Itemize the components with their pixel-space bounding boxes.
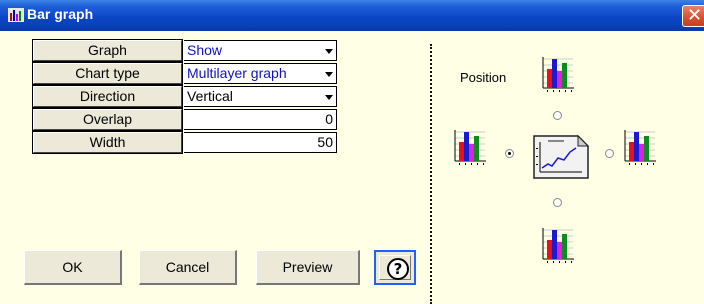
width-input[interactable]: 50: [184, 132, 337, 153]
position-right-radio[interactable]: [605, 149, 614, 158]
bar-chart-icon-left: [454, 130, 486, 165]
property-label: Width: [32, 131, 183, 154]
chart-type-dropdown[interactable]: Multilayer graph: [184, 63, 337, 84]
chevron-down-icon[interactable]: [325, 49, 333, 54]
cancel-button[interactable]: Cancel: [139, 250, 237, 285]
graph-dropdown[interactable]: Show: [184, 40, 337, 61]
property-row-chart-type: Chart type Multilayer graph: [32, 62, 337, 85]
divider: [430, 44, 432, 304]
chevron-down-icon[interactable]: [325, 95, 333, 100]
title-bar[interactable]: Bar graph ✕: [0, 0, 704, 31]
close-icon: ✕: [687, 5, 703, 26]
ok-button[interactable]: OK: [24, 250, 122, 285]
property-label: Chart type: [32, 62, 183, 85]
property-value: Multilayer graph: [187, 65, 287, 81]
chart-document-icon: [533, 134, 590, 179]
property-value: Show: [187, 42, 223, 58]
property-value: Vertical: [187, 88, 233, 104]
bar-chart-icon-right: [624, 130, 656, 165]
bar-chart-icon: [8, 8, 24, 22]
bar-chart-icon-top: [542, 57, 574, 92]
help-button-face: ?: [379, 255, 411, 280]
property-row-width: Width 50: [32, 131, 337, 154]
position-left-radio[interactable]: [505, 149, 514, 158]
property-label: Graph: [32, 39, 183, 62]
property-row-overlap: Overlap 0: [32, 108, 337, 131]
property-label: Direction: [32, 85, 183, 108]
window-title: Bar graph: [27, 6, 94, 22]
property-row-direction: Direction Vertical: [32, 85, 337, 108]
preview-button[interactable]: Preview: [256, 250, 360, 285]
close-button[interactable]: ✕: [682, 5, 704, 27]
property-row-graph: Graph Show: [32, 39, 337, 62]
property-label: Overlap: [32, 108, 183, 131]
chevron-down-icon[interactable]: [325, 72, 333, 77]
direction-dropdown[interactable]: Vertical: [184, 86, 337, 107]
position-label: Position: [460, 70, 507, 85]
position-top-radio[interactable]: [553, 111, 562, 120]
position-bottom-radio[interactable]: [553, 198, 562, 207]
bar-chart-icon-bottom: [542, 228, 574, 263]
overlap-input[interactable]: 0: [184, 109, 337, 130]
help-icon: ?: [387, 258, 409, 280]
help-button[interactable]: ?: [374, 250, 416, 285]
